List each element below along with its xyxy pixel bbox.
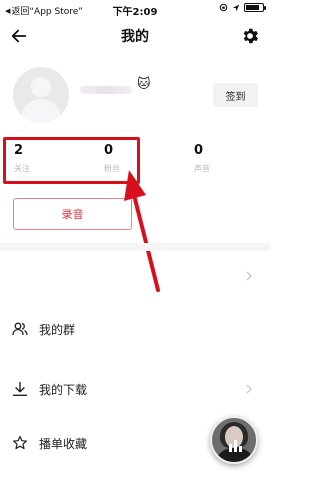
stat-sounds-count: 0 [194,143,204,158]
status-icons [219,3,266,12]
profile-header: 🐱 签到 [0,62,270,124]
stat-sounds-label: 声音 [194,164,210,173]
battery-icon [244,3,266,12]
chevron-right-icon [246,384,252,394]
playing-bars-icon [229,440,242,452]
gear-icon[interactable] [240,26,260,46]
battery-fill [246,5,260,10]
status-bar: ◀ 返回“App Store” 下午2:09 [0,0,270,18]
group-icon [12,322,28,336]
orientation-lock-icon [219,3,228,12]
avatar-head-shape [31,77,51,97]
avatar-body-shape [21,99,61,123]
chevron-right-icon [246,271,252,281]
menu-item-label: 播单收藏 [39,437,88,451]
download-icon [12,381,28,396]
floating-player-button[interactable] [210,416,258,464]
nav-bar: 我的 [0,18,270,56]
menu-item-my-downloads[interactable]: 我的下载 [0,364,270,414]
menu-item-label: 我的群 [39,323,76,337]
annotation-highlight-box [3,137,140,184]
checkin-button[interactable]: 签到 [213,83,258,107]
section-divider [0,243,270,251]
menu-item-my-groups[interactable]: 我的群 [0,304,270,354]
record-button[interactable]: 录音 [13,198,132,230]
stat-sounds[interactable]: 0 声音 [194,143,254,174]
username-blurred[interactable] [80,86,132,94]
cat-face-icon: 🐱 [137,77,151,92]
star-icon [13,435,27,450]
avatar[interactable] [13,67,69,123]
page-title: 我的 [121,29,149,45]
menu-item-label: 我的下载 [39,383,88,397]
location-arrow-icon [232,4,240,11]
empty-menu-row[interactable] [0,251,270,301]
